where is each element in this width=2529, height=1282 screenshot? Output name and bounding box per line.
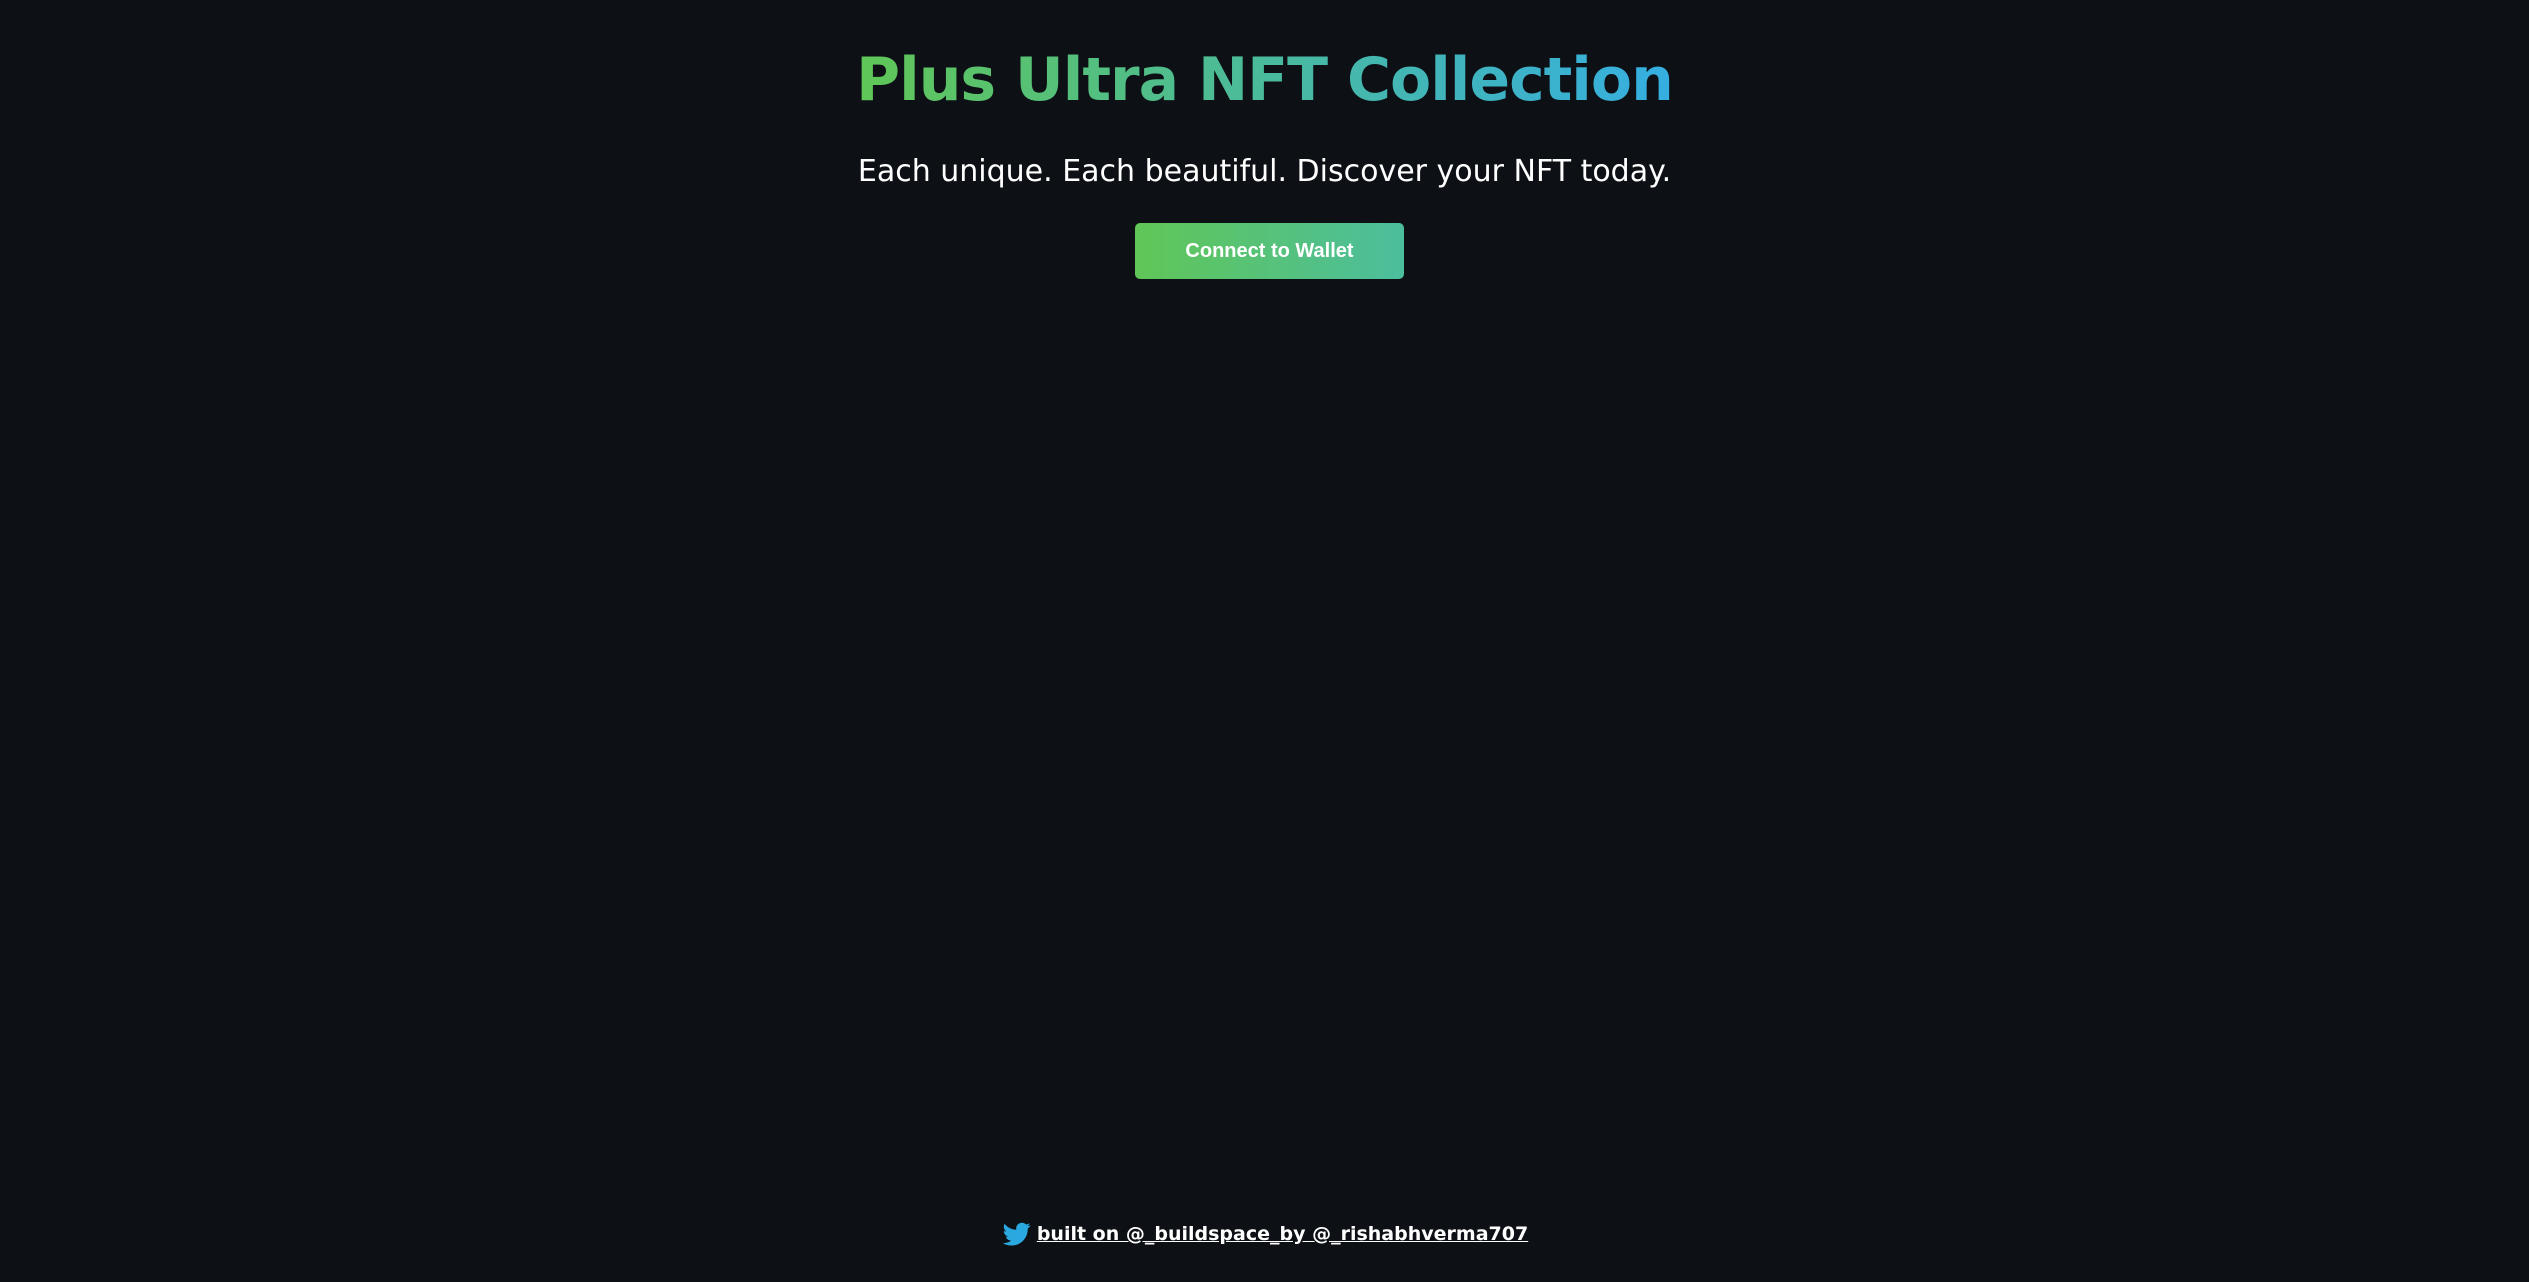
connect-wallet-button[interactable]: Connect to Wallet (1135, 223, 1404, 279)
twitter-icon (1001, 1220, 1033, 1248)
footer-twitter-link[interactable]: built on @_buildspace_by @_rishabhverma7… (1037, 1223, 1528, 1245)
page-subtitle: Each unique. Each beautiful. Discover yo… (857, 154, 1672, 189)
page-title: Plus Ultra NFT Collection (856, 45, 1674, 115)
footer: built on @_buildspace_by @_rishabhverma7… (0, 1214, 2529, 1254)
